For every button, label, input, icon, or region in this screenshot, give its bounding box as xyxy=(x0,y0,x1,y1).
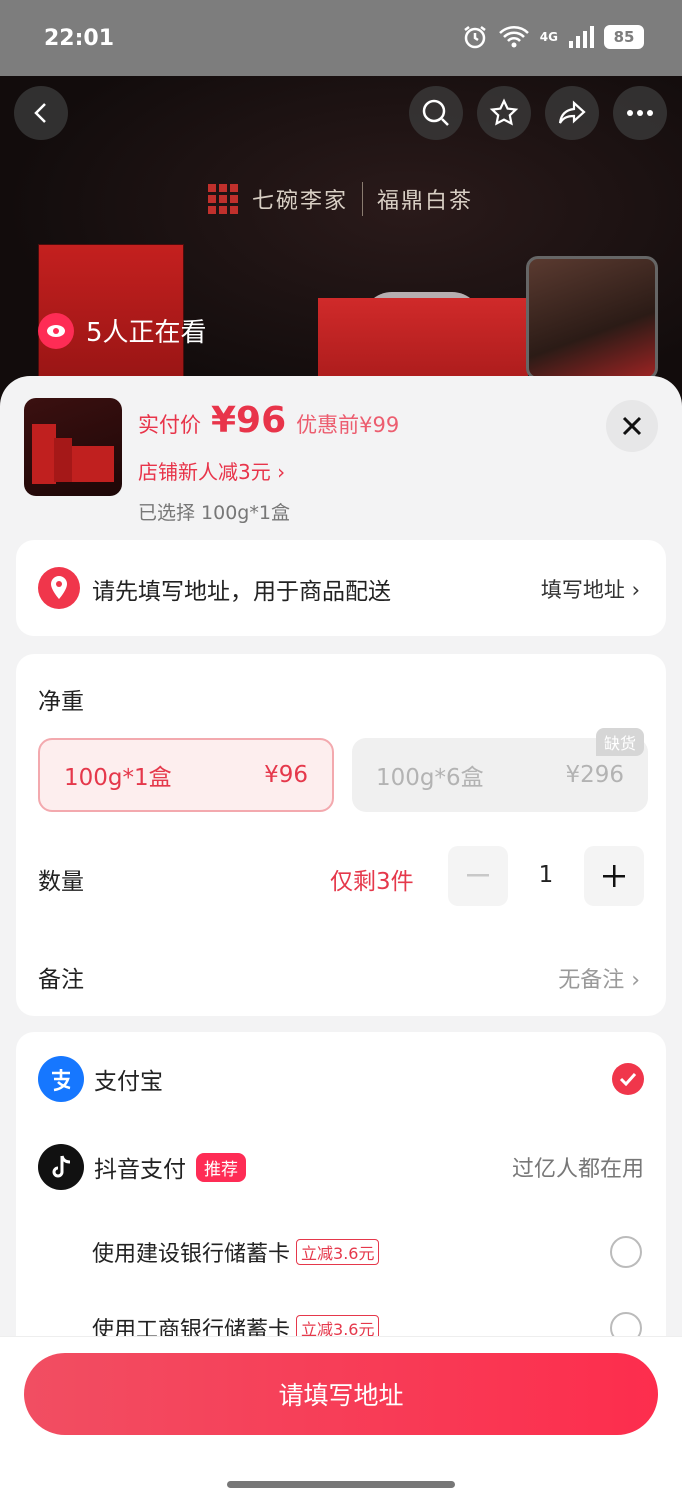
location-pin-icon xyxy=(38,567,80,613)
address-card[interactable]: 请先填写地址，用于商品配送 填写地址 › xyxy=(16,540,666,636)
price-label: 实付价 xyxy=(138,413,201,437)
address-prompt: 请先填写地址，用于商品配送 xyxy=(92,579,391,605)
share-icon xyxy=(558,100,586,124)
minus-icon xyxy=(467,874,489,877)
brand-name-left: 七碗李家 xyxy=(252,189,349,214)
selected-spec: 已选择 100g*1盒 xyxy=(138,502,290,524)
home-indicator xyxy=(227,1481,455,1488)
brand-mark-icon xyxy=(208,184,238,214)
search-button[interactable] xyxy=(409,86,463,140)
brand-logo: 七碗李家 福鼎白茶 xyxy=(208,182,473,216)
product-hero-image: 七碗李家 福鼎白茶 5人正在看 xyxy=(0,76,682,406)
spec-option-price: ¥96 xyxy=(264,762,308,788)
payment-option-alipay[interactable]: 支付宝 xyxy=(38,1054,644,1104)
spec-option-name: 100g*1盒 xyxy=(64,765,172,791)
favorite-button[interactable] xyxy=(477,86,531,140)
viewers-indicator: 5人正在看 xyxy=(38,312,207,349)
discount-tag: 立减3.6元 xyxy=(296,1239,380,1265)
payment-label: 支付宝 xyxy=(94,1069,163,1095)
alipay-icon xyxy=(38,1056,84,1102)
soldout-badge: 缺货 xyxy=(595,728,644,756)
radio-button[interactable] xyxy=(610,1236,642,1268)
status-icons: 4G 85 xyxy=(462,24,644,50)
discount-link[interactable]: 店铺新人减3元 › xyxy=(138,456,285,485)
share-button[interactable] xyxy=(545,86,599,140)
payment-label: 抖音支付 xyxy=(94,1157,186,1183)
close-icon xyxy=(622,416,642,436)
wifi-icon xyxy=(498,26,529,48)
note-title: 备注 xyxy=(38,967,84,993)
spec-card: 净重 100g*1盒 ¥96 100g*6盒 ¥296 缺货 数量 仅剩3件 1… xyxy=(16,654,666,1016)
weight-title: 净重 xyxy=(38,689,84,715)
brand-separator xyxy=(362,182,364,216)
status-bar: 22:01 4G 85 xyxy=(0,0,682,76)
increase-quantity-button[interactable] xyxy=(584,846,644,906)
more-button[interactable] xyxy=(613,86,667,140)
spec-option-price: ¥296 xyxy=(565,762,624,788)
payment-option-douyin[interactable]: 抖音支付 推荐 过亿人都在用 xyxy=(38,1142,644,1192)
signal-icon xyxy=(569,26,594,48)
live-video-thumbnail[interactable] xyxy=(526,256,658,380)
recommend-badge: 推荐 xyxy=(196,1152,246,1182)
quantity-title: 数量 xyxy=(38,869,84,895)
note-link[interactable]: 无备注 › xyxy=(558,962,640,994)
quantity-value[interactable]: 1 xyxy=(526,862,566,888)
price-line: 实付价 ¥96 优惠前¥99 xyxy=(138,400,399,441)
selected-check-icon xyxy=(612,1063,644,1095)
stock-remaining: 仅剩3件 xyxy=(330,869,414,895)
fill-address-submit-button[interactable]: 请填写地址 xyxy=(24,1353,658,1435)
status-time: 22:01 xyxy=(44,26,115,51)
bottom-action-bar: 请填写地址 xyxy=(0,1336,682,1500)
decrease-quantity-button[interactable] xyxy=(448,846,508,906)
back-button[interactable] xyxy=(14,86,68,140)
star-icon xyxy=(489,98,519,126)
purchase-sheet: 实付价 ¥96 优惠前¥99 店铺新人减3元 › 已选择 100g*1盒 请先填… xyxy=(0,376,682,1500)
more-dots-icon xyxy=(627,110,653,116)
sheet-header: 实付价 ¥96 优惠前¥99 店铺新人减3元 › 已选择 100g*1盒 xyxy=(0,376,682,536)
viewers-text: 5人正在看 xyxy=(86,318,207,348)
viewers-icon xyxy=(38,312,74,349)
fill-address-link[interactable]: 填写地址 › xyxy=(541,574,640,604)
brand-name-right: 福鼎白茶 xyxy=(377,189,474,214)
close-button[interactable] xyxy=(606,400,658,452)
plus-icon xyxy=(603,865,625,887)
product-thumbnail xyxy=(24,398,122,496)
battery-indicator: 85 xyxy=(604,25,644,49)
douyin-icon xyxy=(38,1144,84,1190)
bank-option-ccb[interactable]: 使用建设银行储蓄卡 立减3.6元 xyxy=(92,1232,642,1272)
spec-option-name: 100g*6盒 xyxy=(376,765,484,791)
back-arrow-icon xyxy=(34,103,46,123)
price-before-discount: 优惠前¥99 xyxy=(296,413,400,437)
douyin-note: 过亿人都在用 xyxy=(511,1157,644,1182)
alarm-icon xyxy=(464,26,486,49)
bank-label: 使用建设银行储蓄卡 xyxy=(92,1242,291,1267)
price-value: ¥96 xyxy=(211,400,287,441)
network-type: 4G xyxy=(539,30,558,44)
spec-option-selected[interactable]: 100g*1盒 ¥96 xyxy=(38,738,334,812)
search-icon xyxy=(422,99,449,126)
